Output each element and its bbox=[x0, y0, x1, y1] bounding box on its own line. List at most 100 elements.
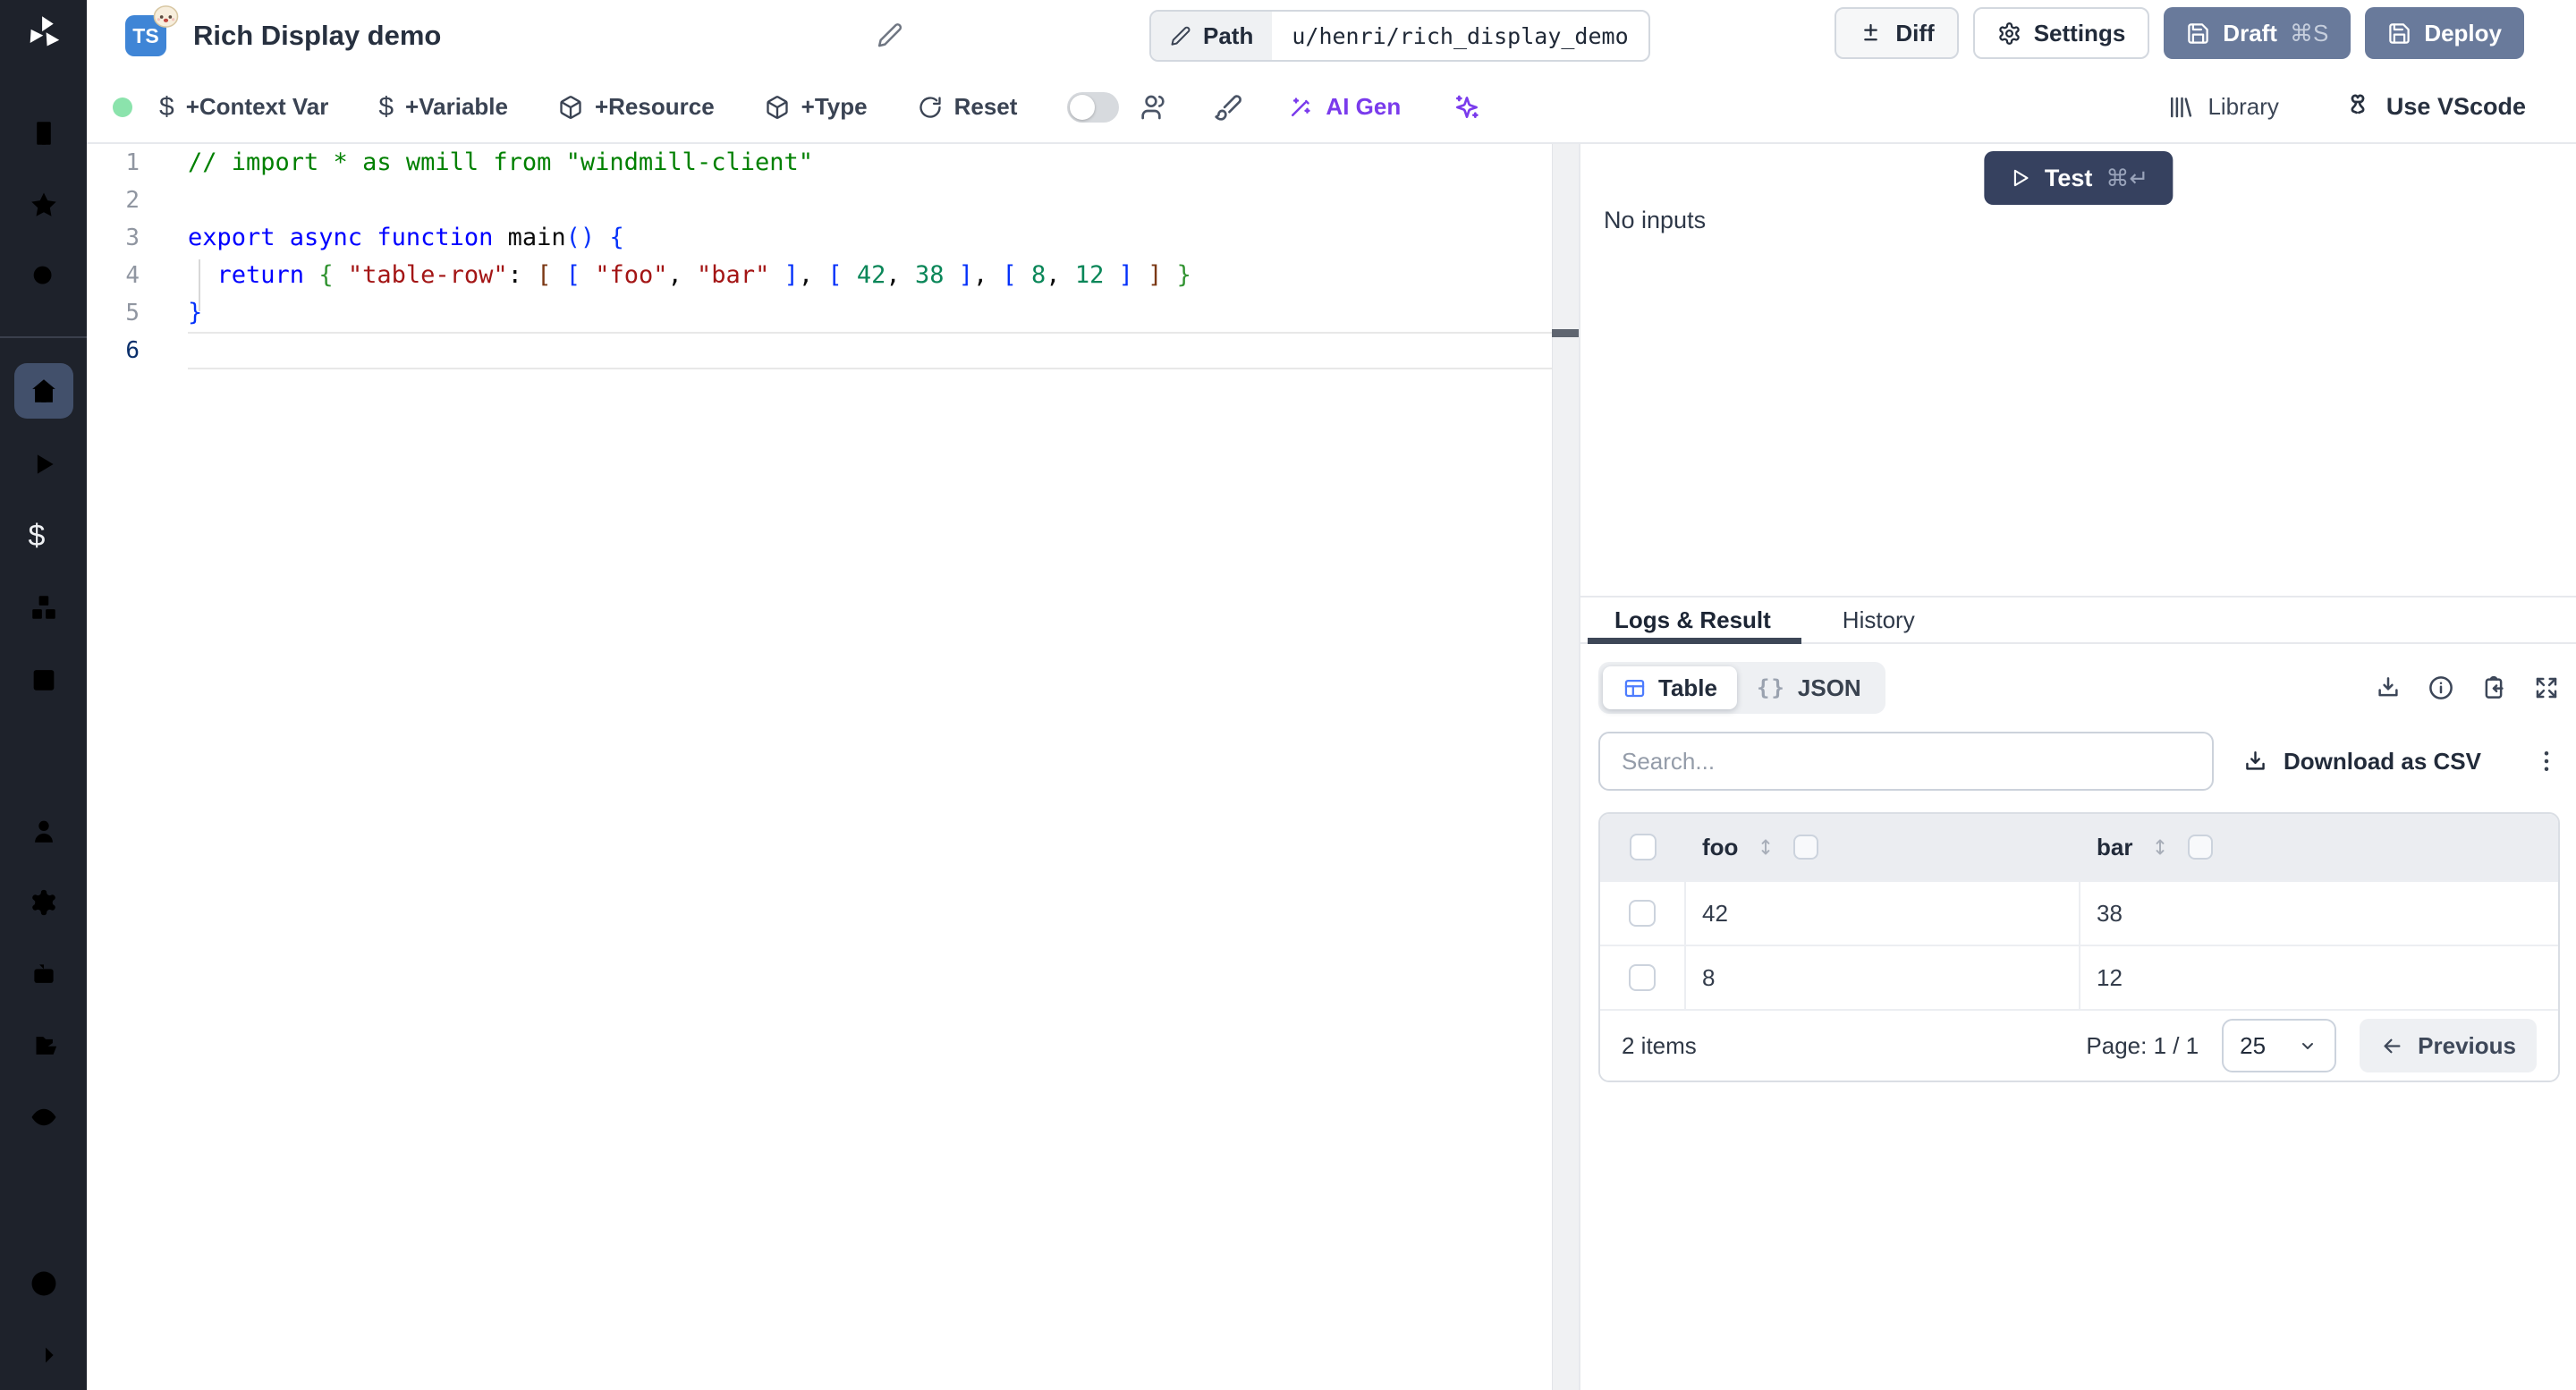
draft-label: Draft bbox=[2223, 19, 2277, 47]
add-context-var-button[interactable]: $ +Context Var bbox=[159, 93, 328, 121]
result-table: foo bar 42 38 8 12 2 items Page: 1 / 1 2… bbox=[1598, 812, 2560, 1082]
tab-history[interactable]: History bbox=[1843, 598, 1915, 642]
column-filter-box[interactable] bbox=[1793, 835, 1819, 860]
sort-icon[interactable] bbox=[1754, 835, 1777, 859]
cell-foo: 8 bbox=[1686, 946, 2080, 1009]
workspace-building-icon[interactable] bbox=[29, 118, 59, 148]
kebab-menu-icon[interactable] bbox=[2533, 748, 2560, 775]
sidebar-item-settings[interactable] bbox=[29, 887, 59, 918]
code-line[interactable]: 6 bbox=[87, 332, 1579, 369]
row-checkbox[interactable] bbox=[1629, 964, 1656, 991]
sidebar-item-folders[interactable] bbox=[29, 1030, 59, 1061]
select-all-checkbox[interactable] bbox=[1630, 834, 1657, 860]
reset-label: Reset bbox=[953, 93, 1018, 120]
settings-button[interactable]: Settings bbox=[1972, 7, 2150, 59]
sidebar-item-variables[interactable]: $ bbox=[29, 521, 59, 551]
code-line[interactable]: 5} bbox=[87, 294, 1579, 332]
code-line[interactable]: 4 return { "table-row": [ [ "foo", "bar"… bbox=[87, 257, 1579, 294]
sidebar-item-audit-eye[interactable] bbox=[29, 1102, 59, 1132]
column-filter-box[interactable] bbox=[2188, 835, 2214, 860]
add-context-var-label: +Context Var bbox=[185, 93, 329, 120]
sidebar-item-runs[interactable] bbox=[29, 449, 59, 479]
code-line-content[interactable] bbox=[188, 182, 1552, 219]
cell-bar: 38 bbox=[2097, 899, 2123, 927]
path-button[interactable]: Path bbox=[1151, 12, 1273, 60]
deploy-button[interactable]: Deploy bbox=[2365, 7, 2524, 59]
view-json-button[interactable]: {} JSON bbox=[1737, 666, 1881, 709]
code-line[interactable]: 1 // import * as wmill from "windmill-cli… bbox=[87, 144, 1579, 182]
top-header: TS Rich Display demo Path u/henri/rich_d… bbox=[87, 0, 2576, 72]
table-header: foo bar bbox=[1600, 814, 2558, 880]
sidebar-item-home[interactable] bbox=[13, 363, 73, 419]
download-csv-label: Download as CSV bbox=[2283, 747, 2481, 775]
search-icon[interactable] bbox=[29, 261, 59, 292]
reset-button[interactable]: Reset bbox=[918, 93, 1018, 121]
download-result-icon[interactable] bbox=[2375, 674, 2402, 701]
search-input[interactable] bbox=[1598, 732, 2214, 791]
use-vscode-label: Use VScode bbox=[2385, 93, 2526, 120]
code-line-content[interactable]: return { "table-row": [ [ "foo", "bar" ]… bbox=[188, 257, 1552, 294]
sidebar-item-users[interactable] bbox=[29, 816, 59, 846]
table-row[interactable]: 8 12 bbox=[1600, 945, 2558, 1009]
code-line[interactable]: 3 export async function main() { bbox=[87, 219, 1579, 257]
editor-toolbar: $ +Context Var $ +Variable +Resource +Ty… bbox=[87, 72, 2576, 144]
ai-gen-label: AI Gen bbox=[1326, 93, 1402, 120]
collab-toggle[interactable] bbox=[1067, 91, 1120, 123]
windmill-logo-icon[interactable] bbox=[23, 13, 64, 54]
code-line[interactable]: 2 bbox=[87, 182, 1579, 219]
sidebar-item-workers-bot[interactable] bbox=[29, 959, 59, 989]
format-brush-icon[interactable] bbox=[1214, 93, 1242, 122]
page-size-value: 25 bbox=[2240, 1031, 2267, 1059]
sparkles-icon[interactable] bbox=[1453, 93, 1481, 122]
path-control[interactable]: Path u/henri/rich_display_demo bbox=[1149, 10, 1650, 62]
table-icon bbox=[1624, 679, 1645, 697]
vscode-icon bbox=[2351, 94, 2365, 114]
code-line-content[interactable]: // import * as wmill from "windmill-clie… bbox=[188, 144, 1552, 182]
row-checkbox[interactable] bbox=[1629, 900, 1656, 927]
sidebar-item-schedules[interactable] bbox=[29, 664, 59, 694]
previous-page-button[interactable]: Previous bbox=[2360, 1019, 2537, 1072]
line-number: 6 bbox=[125, 337, 140, 364]
deploy-label: Deploy bbox=[2424, 19, 2502, 47]
draft-shortcut: ⌘S bbox=[2289, 19, 2329, 47]
page-size-select[interactable]: 25 bbox=[2222, 1019, 2337, 1072]
add-type-button[interactable]: +Type bbox=[765, 93, 868, 121]
code-line-content[interactable]: export async function main() { bbox=[188, 219, 1552, 257]
view-switcher: Table {} JSON bbox=[1598, 662, 1885, 714]
column-header-foo[interactable]: foo bbox=[1702, 834, 1738, 861]
expand-sidebar-arrow-icon[interactable] bbox=[29, 1340, 59, 1370]
code-editor[interactable]: 1 // import * as wmill from "windmill-cli… bbox=[87, 144, 1579, 1390]
use-vscode-button[interactable]: Use VScode bbox=[2343, 93, 2526, 122]
test-button[interactable]: Test ⌘↵ bbox=[1983, 151, 2174, 205]
users-icon[interactable] bbox=[1140, 93, 1169, 122]
sidebar-item-resources[interactable] bbox=[29, 592, 59, 623]
table-row[interactable]: 42 38 bbox=[1600, 880, 2558, 945]
bun-runtime-icon bbox=[153, 5, 179, 28]
code-line-content[interactable]: } bbox=[188, 294, 1552, 332]
expand-fullscreen-icon[interactable] bbox=[2533, 674, 2560, 701]
clipboard-copy-icon[interactable] bbox=[2480, 674, 2507, 701]
save-icon bbox=[2188, 22, 2209, 44]
previous-label: Previous bbox=[2418, 1031, 2516, 1059]
add-resource-button[interactable]: +Resource bbox=[558, 93, 715, 121]
ai-gen-button[interactable]: AI Gen bbox=[1287, 93, 1401, 121]
sort-icon[interactable] bbox=[2148, 835, 2172, 859]
help-icon[interactable] bbox=[29, 1268, 59, 1299]
column-header-bar[interactable]: bar bbox=[2097, 834, 2132, 861]
save-icon bbox=[2389, 22, 2411, 44]
download-csv-button[interactable]: Download as CSV bbox=[2242, 748, 2481, 776]
table-footer: 2 items Page: 1 / 1 25 Previous bbox=[1600, 1009, 2558, 1081]
library-button[interactable]: Library bbox=[2166, 93, 2279, 121]
run-area: Test ⌘↵ No inputs bbox=[1580, 144, 2576, 598]
favorites-star-icon[interactable] bbox=[29, 190, 59, 220]
view-table-button[interactable]: Table bbox=[1603, 666, 1737, 709]
add-variable-button[interactable]: $ +Variable bbox=[378, 93, 508, 121]
info-icon[interactable] bbox=[2428, 674, 2454, 701]
code-line-content[interactable] bbox=[188, 332, 1552, 369]
edit-title-pencil-icon[interactable] bbox=[877, 21, 903, 48]
typescript-badge: TS bbox=[125, 5, 179, 56]
save-draft-button[interactable]: Draft ⌘S bbox=[2164, 7, 2351, 59]
tab-logs-result[interactable]: Logs & Result bbox=[1588, 598, 1801, 644]
script-path-value[interactable]: u/henri/rich_display_demo bbox=[1272, 12, 1648, 60]
diff-button[interactable]: Diff bbox=[1835, 7, 1959, 59]
